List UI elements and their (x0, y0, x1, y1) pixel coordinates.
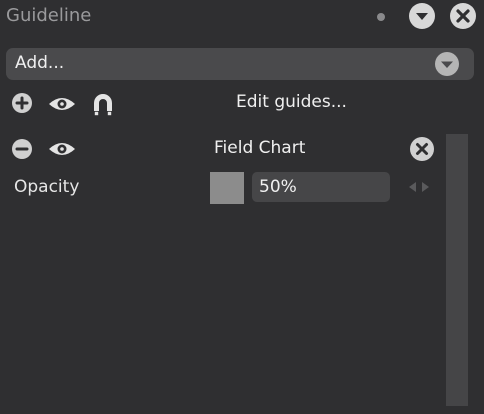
collapse-layer-button[interactable] (12, 139, 32, 159)
eye-icon[interactable] (48, 140, 76, 158)
layer-name: Field Chart (214, 138, 306, 158)
panel-title: Guideline (6, 5, 92, 26)
add-dropdown-label: Add... (15, 53, 65, 73)
layer-row: Field Chart (0, 134, 484, 164)
opacity-field[interactable] (252, 172, 390, 202)
add-guide-dropdown[interactable]: Add... (6, 48, 474, 80)
plus-icon (15, 96, 29, 110)
magnet-icon[interactable] (90, 91, 116, 117)
close-icon (416, 143, 428, 155)
close-panel-button[interactable] (450, 3, 476, 29)
color-swatch[interactable] (210, 172, 244, 204)
chevron-down-icon (416, 13, 428, 20)
drag-arrows-icon[interactable] (408, 180, 430, 194)
opacity-row: Opacity (0, 170, 484, 206)
add-layer-button[interactable] (12, 93, 32, 113)
dot-icon (377, 13, 385, 21)
guideline-panel: Guideline Add... Edit guides... Field Ch… (0, 0, 484, 414)
edit-guides-button[interactable]: Edit guides... (236, 92, 347, 112)
opacity-label: Opacity (14, 177, 80, 197)
remove-layer-button[interactable] (410, 137, 434, 161)
dropdown-arrow-button[interactable] (435, 52, 459, 76)
close-icon (456, 9, 470, 23)
collapse-panel-button[interactable] (409, 3, 435, 29)
minus-icon (15, 147, 29, 151)
guides-toolbar: Edit guides... (0, 88, 484, 120)
panel-titlebar: Guideline (0, 0, 484, 34)
chevron-down-icon (441, 61, 453, 68)
eye-icon[interactable] (48, 95, 76, 113)
